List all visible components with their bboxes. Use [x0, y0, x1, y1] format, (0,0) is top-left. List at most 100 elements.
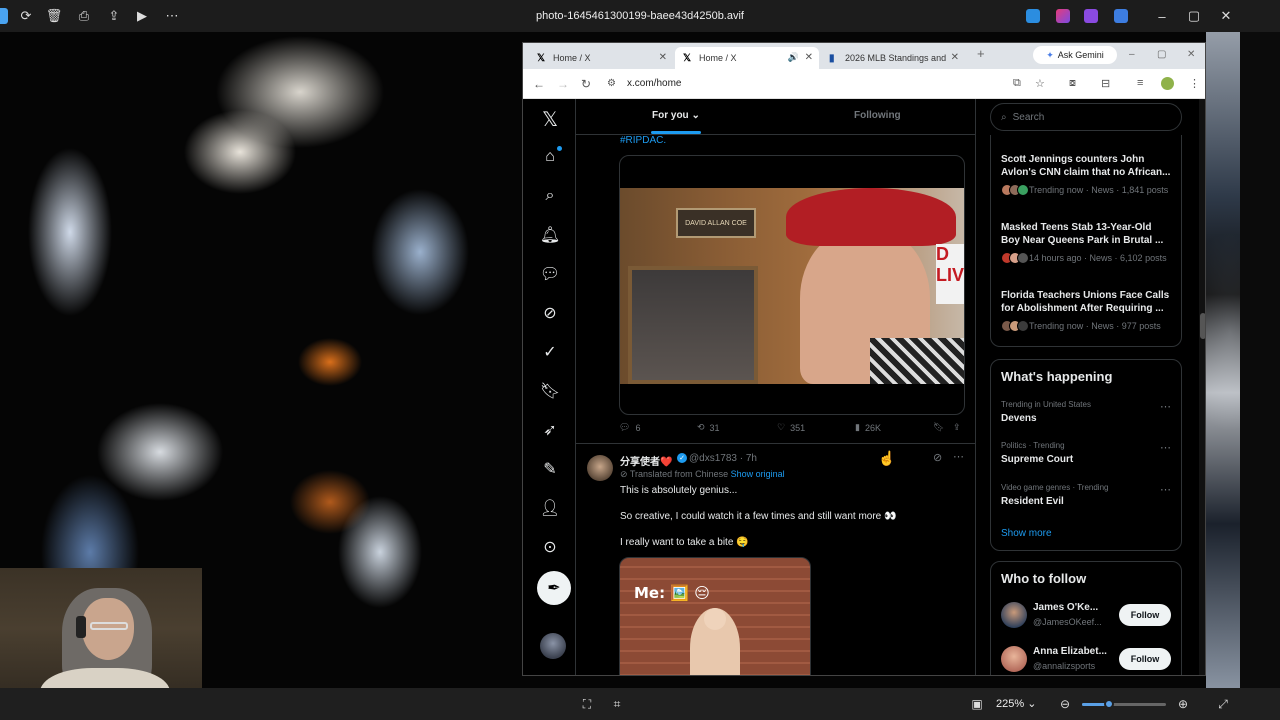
reload-icon[interactable]: ↻ [581, 77, 591, 91]
show-original-link[interactable]: Show original [731, 469, 785, 479]
maximize-icon[interactable]: ▢ [1157, 49, 1166, 60]
zoom-slider-thumb[interactable] [1103, 699, 1114, 709]
edit-icon[interactable] [1026, 9, 1040, 23]
heart-icon: ♡ [777, 422, 786, 432]
ask-gemini-button[interactable]: ✦ Ask Gemini [1033, 46, 1117, 64]
more-options-icon[interactable]: ⊙ [540, 537, 560, 557]
account-name[interactable]: James O'Ke... [1033, 602, 1098, 613]
maximize-icon[interactable]: ▢ [1186, 8, 1202, 24]
follow-button[interactable]: Follow [1119, 604, 1171, 626]
author-avatar[interactable] [587, 455, 613, 481]
grok-icon[interactable]: ⊘ [933, 451, 942, 464]
back-icon[interactable]: ← [533, 77, 545, 91]
close-tab-icon[interactable]: ✕ [659, 52, 667, 63]
menu-icon[interactable]: ⋮ [1189, 77, 1200, 90]
articles-icon[interactable]: ✎ [540, 459, 560, 479]
tab-home-x-2[interactable]: 𝕏 Home / X 🔊 ✕ [675, 47, 819, 69]
bookmark-star-icon[interactable]: ☆ [1035, 77, 1045, 90]
post-video[interactable]: DAVID ALLAN COE D LIV [619, 155, 965, 415]
verified-icon[interactable]: ✓ [540, 342, 560, 362]
zoom-slider[interactable] [1082, 699, 1166, 709]
x-logo-icon: 𝕏 [537, 53, 546, 64]
account-avatar[interactable] [540, 633, 566, 659]
close-icon[interactable]: ✕ [1187, 49, 1195, 60]
profile-icon[interactable]: 👤︎ [540, 498, 560, 518]
viewer-side-panel [1240, 32, 1280, 688]
show-more-link[interactable]: Show more [1001, 528, 1052, 539]
url-field[interactable]: x.com/home [627, 78, 681, 89]
speaker-icon[interactable]: 🔊 [788, 52, 799, 63]
close-tab-icon[interactable]: ✕ [805, 52, 813, 63]
hashtag-link[interactable]: #RIPDAC. [620, 135, 666, 146]
scan-icon[interactable]: ⌗ [610, 697, 624, 711]
minimize-icon[interactable]: – [1154, 8, 1170, 24]
clipchamp-icon[interactable] [1084, 9, 1098, 23]
close-tab-icon[interactable]: ✕ [951, 52, 959, 63]
install-icon[interactable]: ⧉ [1013, 77, 1021, 90]
bookmark-button[interactable]: 🔖︎ [933, 422, 944, 433]
tab-home-x-1[interactable]: 𝕏 Home / X ✕ [529, 47, 673, 69]
post-image[interactable]: Me: 🖼️ 😔 [619, 557, 811, 675]
scrollbar-thumb[interactable] [1200, 313, 1205, 339]
zoom-out-icon[interactable]: ⊖ [1058, 697, 1072, 711]
zoom-level[interactable]: 225% ⌄ [996, 697, 1046, 710]
notifications-bell-icon[interactable]: 🔔︎ [540, 225, 560, 245]
happening-meta: Video game genres · Trending [1001, 483, 1109, 492]
account-avatar[interactable] [1001, 602, 1027, 628]
translation-note: ⊘ Translated from Chinese Show original [620, 469, 785, 480]
tab-following[interactable]: Following [854, 110, 901, 121]
post-more-icon[interactable]: ⋯ [953, 450, 964, 463]
trend-meta: Trending now · News · 1,841 posts [1029, 185, 1169, 195]
repost-button[interactable]: ⟲ 31 [697, 422, 720, 433]
grok-icon[interactable]: ⊘ [540, 303, 560, 323]
account-handle: @JamesOKeef... [1033, 617, 1102, 627]
minimize-icon[interactable]: – [1129, 49, 1135, 60]
page-scrollbar[interactable] [1199, 99, 1205, 675]
tab-for-you[interactable]: For you ⌄ [652, 110, 700, 121]
happening-title: Supreme Court [1001, 454, 1074, 465]
more-dots-icon[interactable]: ⋯ [1160, 483, 1171, 496]
site-info-icon[interactable]: ⚙ [607, 78, 616, 89]
actual-size-icon[interactable]: ▣ [970, 697, 984, 711]
search-input[interactable]: ⌕ Search [990, 103, 1182, 131]
close-icon[interactable]: ✕ [1218, 8, 1234, 24]
more-dots-icon[interactable]: ⋯ [1160, 441, 1171, 454]
author-name[interactable]: 分享使者❤️ [620, 453, 672, 468]
translated-label: Translated from Chinese [629, 469, 729, 479]
profile-avatar[interactable] [1161, 77, 1174, 90]
extensions-icon[interactable]: ⧇ [1069, 77, 1076, 90]
tab-search-icon[interactable]: ⊟ [1101, 77, 1110, 90]
messages-icon[interactable]: 💬︎ [540, 264, 560, 284]
bookmarks-icon[interactable]: 🔖︎ [540, 381, 560, 401]
left-nav: 𝕏 ⌂ ⌕ 🔔︎ 💬︎ ⊘ ✓ 🔖︎ ➶ ✎ 👤︎ ⊙ ✒ [523, 99, 576, 675]
fit-icon[interactable]: ⛶ [580, 697, 594, 711]
reply-icon: 💬︎ [619, 422, 631, 432]
trend-meta: Trending now · News · 977 posts [1029, 321, 1161, 331]
like-button[interactable]: ♡ 351 [777, 422, 805, 433]
follow-button[interactable]: Follow [1119, 648, 1171, 670]
fullscreen-icon[interactable]: ⤢ [1216, 697, 1230, 711]
explore-search-icon[interactable]: ⌕ [540, 186, 560, 206]
reading-list-icon[interactable]: ≡ [1137, 77, 1143, 89]
more-dots-icon[interactable]: ⋯ [1160, 400, 1171, 413]
cloud-icon[interactable] [1114, 9, 1128, 23]
new-tab-icon[interactable]: + [977, 46, 985, 61]
share-button[interactable]: ⇪ [953, 422, 961, 433]
zoom-in-icon[interactable]: ⊕ [1176, 697, 1190, 711]
tab-label: 2026 MLB Standings and Re [845, 53, 949, 63]
who-to-follow-heading: Who to follow [1001, 571, 1087, 586]
forward-icon[interactable]: → [557, 77, 569, 91]
zoom-value: 225% [996, 698, 1025, 710]
reply-button[interactable]: 💬︎ 6 [619, 422, 640, 433]
x-logo-icon[interactable]: 𝕏 [540, 109, 560, 131]
account-avatar[interactable] [1001, 646, 1027, 672]
tab-mlb[interactable]: ▮ 2026 MLB Standings and Re ✕ [821, 47, 965, 69]
designer-icon[interactable] [1056, 9, 1070, 23]
account-name[interactable]: Anna Elizabet... [1033, 646, 1107, 657]
repost-icon: ⟲ [697, 422, 705, 432]
jobs-rocket-icon[interactable]: ➶ [540, 420, 560, 440]
author-handle[interactable]: @dxs1783 · 7h [689, 453, 757, 464]
views-button[interactable]: ▮ 26K [855, 422, 881, 433]
compose-post-button[interactable]: ✒ [537, 571, 571, 605]
video-framed-photo [628, 266, 758, 384]
